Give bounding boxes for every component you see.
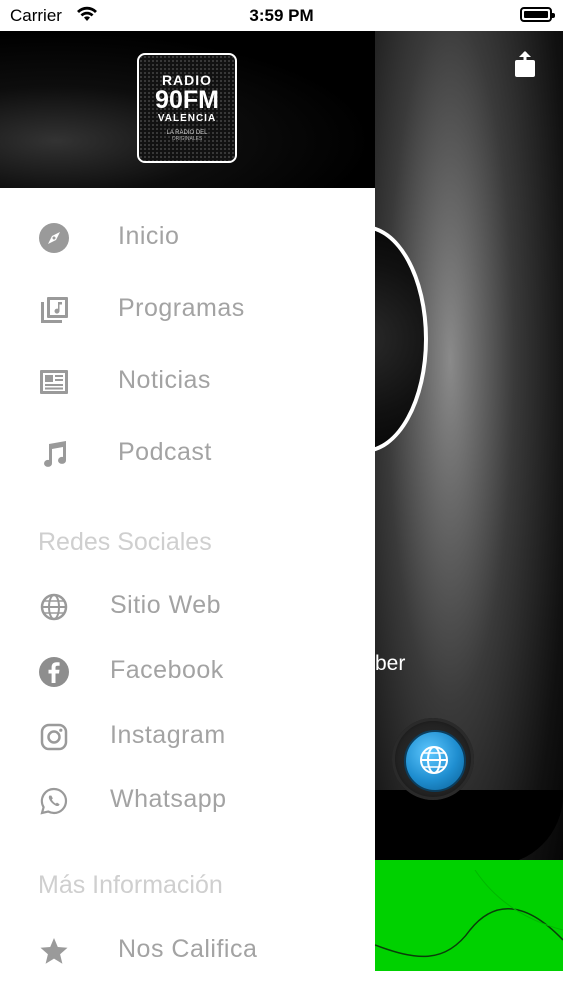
- music-note-icon: [44, 441, 67, 467]
- logo-line2: 90FM: [155, 86, 219, 114]
- facebook-icon: [39, 657, 69, 687]
- social-item-facebook[interactable]: Facebook: [0, 642, 375, 702]
- section-title-redes-sociales: Redes Sociales: [38, 528, 212, 556]
- battery-icon: [520, 7, 555, 22]
- website-button[interactable]: [392, 718, 474, 800]
- social-item-label: Whatsapp: [110, 785, 227, 813]
- social-item-sitio-web[interactable]: Sitio Web: [0, 577, 375, 637]
- station-text-fragment: ber: [375, 652, 406, 675]
- menu-item-noticias[interactable]: Noticias: [0, 352, 375, 412]
- social-item-label: Instagram: [110, 721, 226, 749]
- compass-icon: [39, 223, 69, 253]
- social-item-whatsapp[interactable]: Whatsapp: [0, 771, 375, 831]
- social-item-label: Facebook: [110, 656, 224, 684]
- section-title-mas-informacion: Más Información: [38, 871, 223, 899]
- menu-item-label: Nos Califica: [118, 935, 258, 963]
- menu-item-label: Inicio: [118, 222, 180, 250]
- instagram-icon: [40, 723, 68, 751]
- star-icon: [40, 938, 68, 964]
- menu-item-label: Podcast: [118, 438, 212, 466]
- menu-item-programas[interactable]: Programas: [0, 280, 375, 340]
- globe-icon: [40, 593, 68, 621]
- music-library-icon: [41, 297, 68, 323]
- social-item-label: Sitio Web: [110, 591, 222, 619]
- clock: 3:59 PM: [249, 6, 314, 25]
- share-icon: [515, 51, 535, 77]
- globe-button-face: [404, 730, 466, 792]
- status-bar: Carrier 3:59 PM: [0, 0, 563, 31]
- menu-item-podcast[interactable]: Podcast: [0, 424, 375, 484]
- newspaper-icon: [40, 370, 68, 394]
- menu-item-label: Programas: [118, 294, 245, 322]
- globe-icon: [420, 746, 448, 774]
- drawer-header: RADIO 90FM VALENCIA LA RADIO DEL ORIGINA…: [0, 31, 375, 188]
- social-item-instagram[interactable]: Instagram: [0, 707, 375, 767]
- share-button[interactable]: [512, 50, 538, 78]
- logo-line3: VALENCIA: [157, 113, 217, 124]
- menu-item-inicio[interactable]: Inicio: [0, 208, 375, 268]
- wave-decoration: [375, 870, 563, 958]
- whatsapp-icon: [40, 787, 68, 815]
- menu-item-label: Noticias: [118, 366, 211, 394]
- logo-line5: ORIGINALES: [171, 136, 203, 142]
- menu-item-nos-califica[interactable]: Nos Califica: [0, 921, 375, 981]
- station-logo: RADIO 90FM VALENCIA LA RADIO DEL ORIGINA…: [137, 53, 237, 163]
- side-drawer: RADIO 90FM VALENCIA LA RADIO DEL ORIGINA…: [0, 31, 375, 1000]
